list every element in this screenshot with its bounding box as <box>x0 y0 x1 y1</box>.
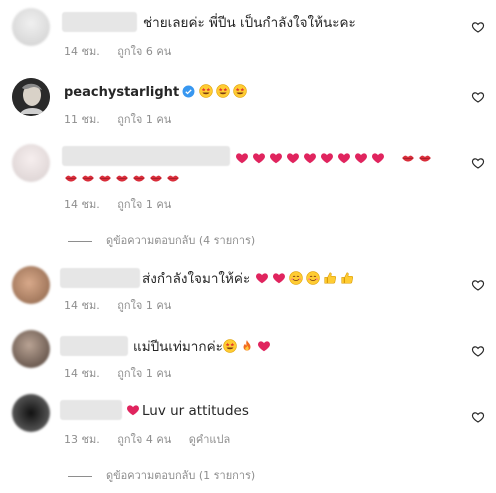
avatar[interactable] <box>12 8 50 46</box>
comment-meta: 14 ชม. ถูกใจ 1 คน <box>64 296 185 314</box>
view-replies-label: ดูข้อความตอบกลับ (4 รายการ) <box>106 234 256 247</box>
comment-row: peachystarlight 11 ชม. ถูกใจ 1 คน <box>0 62 496 132</box>
comment-meta: 14 ชม. ถูกใจ 1 คน <box>64 364 185 382</box>
comment-meta: 14 ชม. ถูกใจ 6 คน <box>64 42 185 60</box>
like-count[interactable]: ถูกใจ 1 คน <box>117 198 171 211</box>
comment-row: ช่ายเลยค่ะ พี่ปีน เป็นกำลังใจให้นะคะ 14 … <box>0 0 496 62</box>
comment-time: 14 ชม. <box>64 45 100 58</box>
comment-time: 13 ชม. <box>64 433 100 446</box>
heart-outline-icon[interactable] <box>471 90 485 104</box>
replies-divider <box>68 240 92 242</box>
red-heart-emoji-icon <box>371 151 385 165</box>
red-heart-emoji-icon <box>126 403 140 417</box>
red-heart-emoji-icon <box>303 151 317 165</box>
lips-emoji-icon <box>132 171 146 185</box>
like-count[interactable]: ถูกใจ 1 คน <box>117 367 171 380</box>
like-count[interactable]: ถูกใจ 1 คน <box>117 299 171 312</box>
avatar[interactable] <box>12 394 50 432</box>
comment-body: ส่งกำลังใจมาให้ค่ะ <box>142 270 357 288</box>
heart-outline-icon[interactable] <box>471 156 485 170</box>
emoji-line <box>235 150 435 166</box>
red-heart-emoji-icon <box>320 151 334 165</box>
smiling-hearts-emoji-icon <box>306 271 320 285</box>
heart-outline-icon[interactable] <box>471 278 485 292</box>
comment-text: Luv ur attitudes <box>142 403 249 419</box>
comment-meta: 13 ชม. ถูกใจ 4 คน ดูคำแปล <box>64 430 244 448</box>
red-heart-emoji-icon <box>354 151 368 165</box>
star-struck-emoji-icon <box>223 339 237 353</box>
lips-emoji-icon <box>64 171 78 185</box>
comment-text: ส่งกำลังใจมาให้ค่ะ <box>142 271 251 287</box>
lips-emoji-icon <box>98 171 112 185</box>
like-count[interactable]: ถูกใจ 1 คน <box>117 113 171 126</box>
star-struck-emoji-icon <box>199 84 213 98</box>
like-count[interactable]: ถูกใจ 4 คน <box>117 433 171 446</box>
comment-body: peachystarlight <box>64 83 250 102</box>
lips-emoji-icon <box>418 151 432 165</box>
heart-outline-icon[interactable] <box>471 20 485 34</box>
red-heart-emoji-icon <box>286 151 300 165</box>
lips-emoji-icon <box>81 171 95 185</box>
comment-time: 14 ชม. <box>64 198 100 211</box>
red-heart-emoji-icon <box>337 151 351 165</box>
verified-badge-icon <box>182 85 195 98</box>
lips-emoji-icon <box>166 171 180 185</box>
comment-body: Luv ur attitudes <box>126 402 249 420</box>
comment-row: ส่งกำลังใจมาให้ค่ะ 14 ชม. ถูกใจ 1 คน <box>0 252 496 318</box>
red-heart-emoji-icon <box>269 151 283 165</box>
thumbs-up-emoji-icon <box>323 271 337 285</box>
heart-outline-icon[interactable] <box>471 344 485 358</box>
comment-row: 14 ชม. ถูกใจ 1 คน ดูข้อความตอบกลับ (4 รา… <box>0 132 496 250</box>
thumbs-up-emoji-icon <box>340 271 354 285</box>
username[interactable]: peachystarlight <box>64 85 179 100</box>
avatar[interactable] <box>12 144 50 182</box>
replies-divider <box>68 475 92 477</box>
lips-emoji-icon <box>115 171 129 185</box>
red-heart-emoji-icon <box>272 271 286 285</box>
blurred-username[interactable] <box>60 336 128 356</box>
emoji-line <box>64 170 183 186</box>
lips-emoji-icon <box>401 151 415 165</box>
like-count[interactable]: ถูกใจ 6 คน <box>117 45 171 58</box>
comment-text: ช่ายเลยค่ะ พี่ปีน เป็นกำลังใจให้นะคะ <box>143 15 356 31</box>
comment-meta: 11 ชม. ถูกใจ 1 คน <box>64 110 185 128</box>
blurred-username[interactable] <box>60 400 122 420</box>
comment-row: แม่ปีนเท่มากค่ะ 14 ชม. ถูกใจ 1 คน <box>0 318 496 384</box>
star-struck-emoji-icon <box>216 84 230 98</box>
heart-outline-icon[interactable] <box>471 410 485 424</box>
avatar-image <box>12 78 50 116</box>
star-struck-emoji-icon <box>233 84 247 98</box>
comment-time: 11 ชม. <box>64 113 100 126</box>
red-heart-emoji-icon <box>255 271 269 285</box>
comment-body: แม่ปีนเท่มากค่ะ <box>133 338 274 356</box>
red-heart-emoji-icon <box>235 151 249 165</box>
smiling-hearts-emoji-icon <box>289 271 303 285</box>
view-replies-label: ดูข้อความตอบกลับ (1 รายการ) <box>106 469 256 482</box>
avatar[interactable] <box>12 78 50 116</box>
avatar[interactable] <box>12 330 50 368</box>
blurred-username[interactable] <box>62 146 230 166</box>
lips-emoji-icon <box>149 171 163 185</box>
comment-time: 14 ชม. <box>64 367 100 380</box>
red-heart-emoji-icon <box>252 151 266 165</box>
comment-meta: 14 ชม. ถูกใจ 1 คน <box>64 195 185 213</box>
comment-row: Luv ur attitudes 13 ชม. ถูกใจ 4 คน ดูคำแ… <box>0 384 496 493</box>
view-replies-button[interactable]: ดูข้อความตอบกลับ (1 รายการ) <box>68 466 255 484</box>
blurred-username[interactable] <box>60 268 140 288</box>
comment-time: 14 ชม. <box>64 299 100 312</box>
avatar[interactable] <box>12 266 50 304</box>
see-translation-link[interactable]: ดูคำแปล <box>189 433 231 446</box>
blurred-username[interactable] <box>62 12 137 32</box>
fire-emoji-icon <box>240 339 254 353</box>
red-heart-emoji-icon <box>257 339 271 353</box>
comment-text: แม่ปีนเท่มากค่ะ <box>133 339 223 355</box>
view-replies-button[interactable]: ดูข้อความตอบกลับ (4 รายการ) <box>68 231 255 249</box>
